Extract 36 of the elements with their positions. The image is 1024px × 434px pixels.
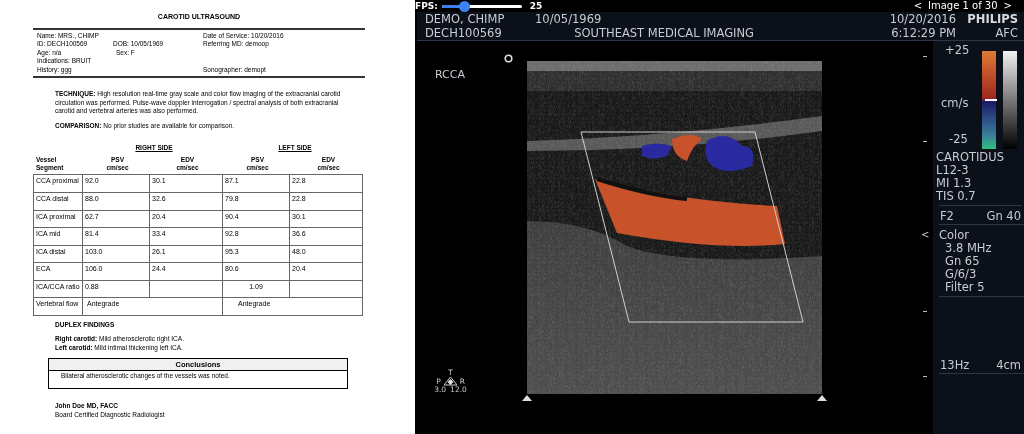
parameter-text: MI 1.3 [936,177,973,190]
study-date: 10/20/2016 [888,13,956,27]
scale-min: -25 [949,133,968,146]
parameter-text: CAROTIDUS [936,151,1005,164]
previous-image-button[interactable]: < [913,1,922,11]
focus-triangle-icon [522,395,532,401]
parameter-text: Filter 5 [944,281,986,294]
brand-name: PHILIPS [966,13,1018,27]
parameter-text: TIS 0.7 [936,190,977,203]
fps-value: 25 [529,1,543,11]
probe-orientation-icon [443,377,457,386]
parameter-text: 3.8 MHz [944,242,993,255]
parameter-text: F2 [940,210,954,223]
scale-unit: cm/s [941,97,969,110]
parameter-heading: Color [939,229,971,242]
study-time: 6:12:29 PM [890,26,956,40]
parameter-text: G/6/3 [944,268,978,281]
parameter-text: 13Hz [940,359,970,372]
facility-name: SOUTHEAST MEDICAL IMAGING [573,26,755,40]
patient-name: DEMO, CHIMP [425,13,506,27]
image-counter: Image 1 of 30 [928,1,998,11]
marker-ring-icon [504,54,513,63]
parameter-text: Gn 40 [986,210,1021,223]
scale-max: +25 [945,44,970,57]
collapse-caret[interactable]: < [921,228,930,241]
baseline-marker [985,99,997,101]
patient-id: DECH100569 [425,26,503,40]
focus-triangle-icon [817,395,827,401]
birth-date: 10/05/1969 [535,13,603,27]
image-label: RCCA [435,67,465,83]
fps-label: FPS: [415,1,438,11]
mode-label: AFC [994,26,1018,40]
parameter-text: L12-3 [936,164,970,177]
parameter-text: Gn 65 [944,255,981,268]
parameter-text: 4cm [996,359,1021,372]
next-image-button[interactable]: > [1003,1,1012,11]
